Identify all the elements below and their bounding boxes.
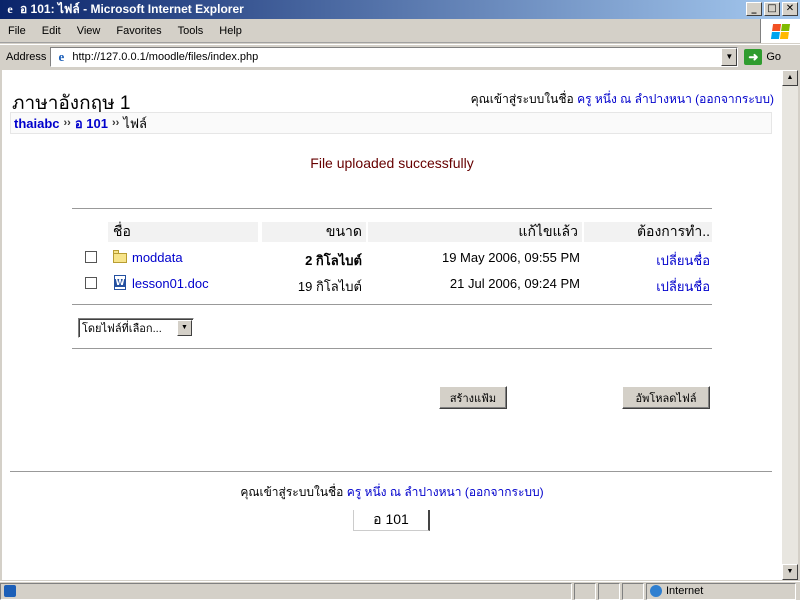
- file-modified: 21 Jul 2006, 09:24 PM: [449, 276, 580, 291]
- vertical-scrollbar[interactable]: ▲ ▼: [782, 70, 798, 580]
- footer-login-info: คุณเข้าสู่ระบบในชื่อ ครู หนึ่ง ณ ลำปางหน…: [2, 483, 782, 502]
- header-actions: ต้องการทำ..: [584, 222, 712, 242]
- window-controls: _ □ ✕: [744, 2, 798, 16]
- breadcrumb-separator: ››: [63, 117, 71, 129]
- file-name-link[interactable]: lesson01.doc: [132, 276, 209, 291]
- menu-favorites[interactable]: Favorites: [108, 25, 169, 37]
- file-name-link[interactable]: moddata: [132, 250, 183, 265]
- go-button[interactable]: ➜ Go: [744, 49, 781, 65]
- menu-bar: File Edit View Favorites Tools Help: [0, 19, 800, 43]
- address-input[interactable]: e http://127.0.0.1/moodle/files/index.ph…: [50, 47, 739, 67]
- window-titlebar: e อ 101: ไฟล์ - Microsoft Internet Explo…: [0, 0, 800, 19]
- divider: [72, 348, 712, 349]
- maximize-button[interactable]: □: [764, 2, 780, 16]
- table-row: moddata 2 กิโลไบต์ 19 May 2006, 09:55 PM…: [72, 246, 712, 268]
- chevron-down-icon[interactable]: ▼: [177, 320, 192, 336]
- address-dropdown-button[interactable]: ▼: [721, 48, 738, 66]
- upload-file-button[interactable]: อัพโหลดไฟล์: [622, 386, 710, 409]
- breadcrumb-current: ไฟล์: [123, 115, 147, 131]
- menu-help[interactable]: Help: [211, 25, 250, 37]
- status-cell: [574, 582, 596, 600]
- upload-notice: File uploaded successfully: [310, 155, 474, 171]
- status-zone-cell: Internet: [646, 582, 796, 600]
- user-link[interactable]: ครู หนึ่ง ณ ลำปางหนา: [577, 92, 692, 106]
- login-info: คุณเข้าสู่ระบบในชื่อ ครู หนึ่ง ณ ลำปางหน…: [471, 90, 774, 109]
- breadcrumb-site-link[interactable]: thaiabc: [14, 116, 60, 131]
- footer-divider: [10, 471, 772, 472]
- footer-course-link[interactable]: อ 101: [353, 510, 430, 531]
- menu-tools[interactable]: Tools: [170, 25, 212, 37]
- header-modified: แก้ไขแล้ว: [368, 222, 582, 242]
- status-text-cell: [0, 582, 572, 600]
- scroll-up-icon[interactable]: ▲: [782, 70, 798, 86]
- menu-view[interactable]: View: [69, 25, 109, 37]
- breadcrumb-separator: ››: [111, 117, 120, 129]
- address-label: Address: [6, 51, 47, 63]
- page-viewport: ภาษาอังกฤษ 1 คุณเข้าสู่ระบบในชื่อ ครู หน…: [2, 70, 782, 580]
- close-button[interactable]: ✕: [782, 2, 798, 16]
- breadcrumb-course-link[interactable]: อ 101: [75, 113, 108, 134]
- status-bar: Internet: [0, 581, 800, 600]
- windows-logo-icon: [760, 19, 800, 43]
- ie-logo-icon: e: [7, 2, 13, 16]
- with-selected-value: โดยไฟล์ที่เลือก...: [82, 323, 162, 335]
- divider: [72, 208, 712, 209]
- make-folder-button[interactable]: สร้างแฟ้ม: [439, 386, 507, 409]
- login-prefix: คุณเข้าสู่ระบบในชื่อ: [470, 92, 574, 106]
- header-size: ขนาด: [262, 222, 366, 242]
- status-cell: [598, 582, 620, 600]
- window-title: อ 101: ไฟล์ - Microsoft Internet Explore…: [20, 2, 244, 16]
- rename-link[interactable]: เปลี่ยนชื่อ: [584, 276, 710, 297]
- header-name: ชื่อ: [108, 222, 258, 242]
- status-zone: Internet: [666, 585, 704, 597]
- rename-link[interactable]: เปลี่ยนชื่อ: [584, 250, 710, 271]
- address-url[interactable]: http://127.0.0.1/moodle/files/index.php: [72, 51, 258, 63]
- breadcrumb: thaiabc ›› อ 101 ›› ไฟล์: [10, 112, 772, 134]
- page-icon: e: [58, 49, 65, 64]
- go-arrow-icon: ➜: [744, 49, 763, 65]
- footer-login-prefix: คุณเข้าสู่ระบบในชื่อ: [240, 485, 344, 499]
- minimize-button[interactable]: _: [746, 2, 762, 16]
- row-checkbox[interactable]: [85, 277, 97, 289]
- folder-icon: [112, 249, 128, 265]
- page-status-icon: [4, 585, 16, 597]
- file-size: 2 กิโลไบต์: [305, 253, 362, 268]
- footer-user-link[interactable]: ครู หนึ่ง ณ ลำปางหนา: [347, 485, 462, 499]
- with-selected-select[interactable]: โดยไฟล์ที่เลือก... ▼: [78, 318, 194, 338]
- divider: [72, 304, 712, 305]
- address-bar: Address e http://127.0.0.1/moodle/files/…: [0, 44, 800, 69]
- word-doc-icon: W: [112, 275, 128, 291]
- status-cell: [622, 582, 644, 600]
- file-modified: 19 May 2006, 09:55 PM: [441, 250, 580, 265]
- footer-logout-link[interactable]: (ออกจากระบบ): [465, 485, 544, 499]
- logout-link[interactable]: (ออกจากระบบ): [695, 92, 774, 106]
- menu-edit[interactable]: Edit: [34, 25, 69, 37]
- go-label: Go: [766, 51, 782, 63]
- scroll-down-icon[interactable]: ▼: [782, 564, 798, 580]
- file-size: 19 กิโลไบต์: [297, 279, 362, 294]
- menu-file[interactable]: File: [0, 25, 34, 37]
- globe-icon: [650, 585, 662, 597]
- row-checkbox[interactable]: [85, 251, 97, 263]
- table-row: W lesson01.doc 19 กิโลไบต์ 21 Jul 2006, …: [72, 272, 712, 294]
